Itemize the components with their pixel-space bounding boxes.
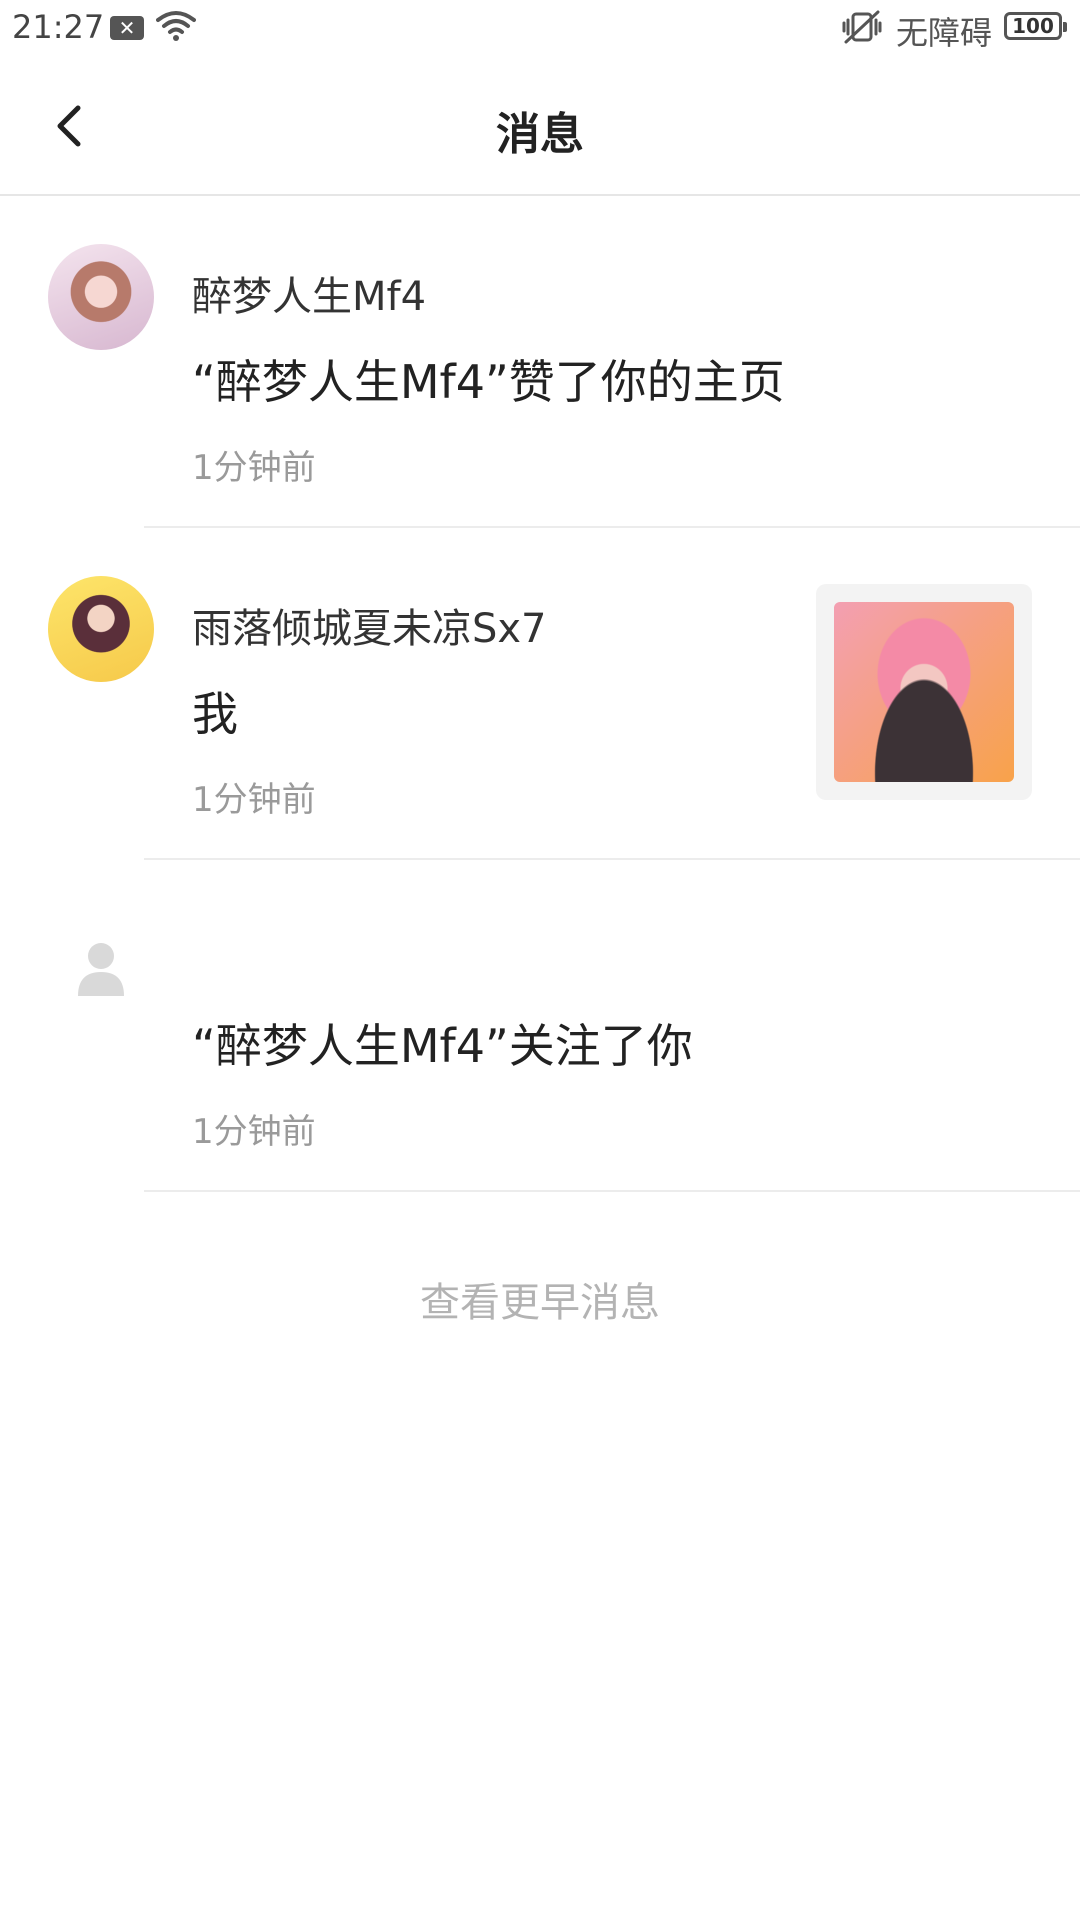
battery-icon: 100 <box>1004 12 1067 40</box>
message-text: 我 <box>192 687 238 741</box>
post-thumbnail[interactable] <box>816 584 1032 800</box>
notification-icon: ✕ <box>110 16 144 40</box>
header: 消息 <box>0 56 1080 196</box>
message-text: “醉梦人生Mf4”赞了你的主页 <box>192 355 785 409</box>
status-bar: 21:27 ✕ 无障碍 100 <box>0 0 1080 56</box>
vibrate-icon <box>840 10 884 50</box>
message-item[interactable]: 雨落倾城夏未凉Sx7 我 1分钟前 <box>0 528 1080 860</box>
message-item[interactable]: “醉梦人生Mf4”关注了你 1分钟前 <box>0 860 1080 1192</box>
message-time: 1分钟前 <box>192 1112 316 1152</box>
message-item[interactable]: 醉梦人生Mf4 “醉梦人生Mf4”赞了你的主页 1分钟前 <box>0 196 1080 528</box>
wifi-icon <box>156 10 196 46</box>
sender-name[interactable]: 醉梦人生Mf4 <box>192 264 426 322</box>
sender-name[interactable]: 雨落倾城夏未凉Sx7 <box>192 596 547 654</box>
divider <box>144 1190 1080 1192</box>
avatar[interactable] <box>48 244 154 350</box>
message-time: 1分钟前 <box>192 780 316 820</box>
default-user-icon <box>48 940 154 1046</box>
page-title: 消息 <box>496 109 584 160</box>
status-time: 21:27 <box>12 8 105 46</box>
message-time: 1分钟前 <box>192 448 316 488</box>
post-thumbnail-image <box>834 602 1014 782</box>
message-text: “醉梦人生Mf4”关注了你 <box>192 1019 693 1073</box>
avatar[interactable] <box>48 576 154 682</box>
load-earlier-messages-button[interactable]: 查看更早消息 <box>0 1270 1080 1328</box>
accessibility-label: 无障碍 <box>896 14 993 52</box>
